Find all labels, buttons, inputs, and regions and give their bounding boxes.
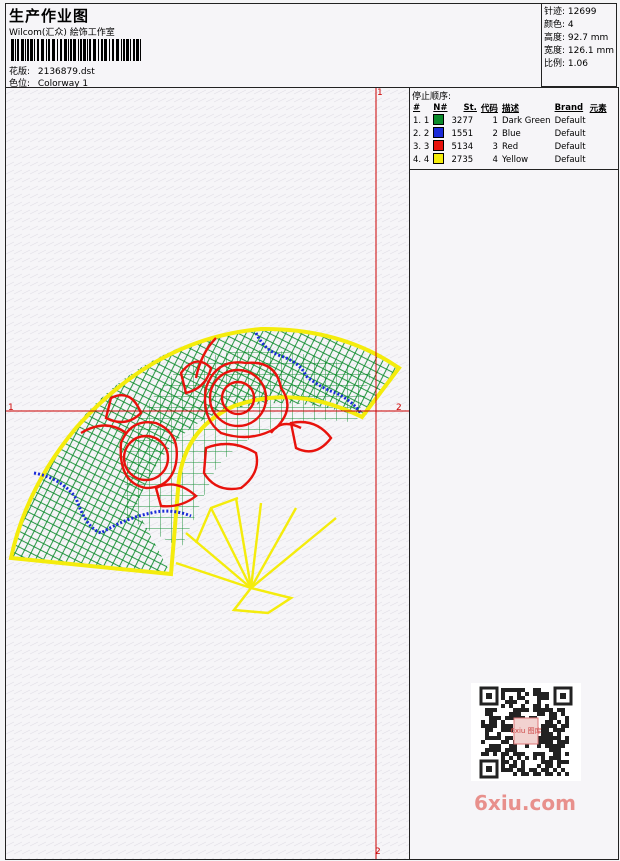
col-index: # xyxy=(413,103,421,113)
row-element xyxy=(588,140,609,153)
studio-subtitle: Wilcom(汇众) 絵饰工作室 xyxy=(9,28,115,38)
row-desc: Blue xyxy=(501,128,521,139)
row-brand: Default xyxy=(554,115,586,126)
row-stitches: 2735 xyxy=(451,154,474,165)
stop-sequence-heading: 停止顺序: xyxy=(412,92,452,102)
row-code: 4 xyxy=(492,154,498,165)
table-row: 2. 2 1551 2 Blue Default xyxy=(411,127,609,140)
row-swatch xyxy=(431,127,449,140)
design-height: 高度: 92.7 mm xyxy=(544,33,609,43)
axis-right-label: 2 xyxy=(396,403,402,413)
row-desc: Yellow xyxy=(501,154,529,165)
col-brand: Brand xyxy=(554,103,584,113)
row-code: 2 xyxy=(492,128,498,139)
table-row: 3. 3 5134 3 Red Default xyxy=(411,140,609,153)
row-desc: Red xyxy=(501,141,519,152)
col-element: 元素 xyxy=(589,104,607,114)
design-width: 宽度: 126.1 mm xyxy=(544,46,615,56)
stop-sequence-table: # N# St. 代码 描述 Brand 元素 1. 1 3277 1 Dark Gr… xyxy=(411,102,609,166)
design-canvas[interactable]: 1 1 2 2 xyxy=(5,87,411,860)
color-count: 颜色: 4 xyxy=(544,20,574,30)
row-element xyxy=(588,114,609,127)
row-index: 2. 2 xyxy=(413,128,430,139)
row-code: 3 xyxy=(492,141,498,152)
row-element xyxy=(588,127,609,140)
table-row: 1. 1 3277 1 Dark Green Default xyxy=(411,114,609,127)
row-stitches: 3277 xyxy=(451,115,474,126)
row-index: 3. 3 xyxy=(413,141,430,152)
row-stitches: 1551 xyxy=(451,128,474,139)
color-swatch xyxy=(433,153,445,164)
row-swatch xyxy=(431,114,449,127)
row-brand: Default xyxy=(554,154,586,165)
table-row: 4. 4 2735 4 Yellow Default xyxy=(411,153,609,166)
col-stitches: St. xyxy=(463,103,477,113)
stats-panel: 针迹: 12699 颜色: 4 高度: 92.7 mm 宽度: 126.1 mm… xyxy=(541,3,617,87)
page-title: 生产作业图 xyxy=(9,7,90,25)
embroidery-preview xyxy=(6,88,410,859)
color-swatch xyxy=(433,114,445,125)
row-index: 4. 4 xyxy=(413,154,430,165)
stop-sequence-panel: 停止顺序: # N# St. 代码 描述 Brand 元素 1. 1 3277 1 D… xyxy=(409,87,619,171)
row-code: 1 xyxy=(492,115,498,126)
barcode-icon xyxy=(11,39,141,61)
qr-code-icon: 6xiu 图库 xyxy=(471,683,581,781)
row-index: 1. 1 xyxy=(413,115,430,126)
row-brand: Default xyxy=(554,128,586,139)
qr-badge-text: 6xiu 图库 xyxy=(510,726,541,735)
row-stitches: 5134 xyxy=(451,141,474,152)
axis-top-label: 1 xyxy=(377,88,383,98)
row-swatch xyxy=(431,153,449,166)
axis-left-label: 1 xyxy=(8,403,14,413)
col-code: 代码 xyxy=(480,104,498,114)
stitch-count: 针迹: 12699 xyxy=(544,7,597,17)
watermark-text: 6xiu.com xyxy=(474,791,576,815)
col-needle: N# xyxy=(433,103,448,113)
color-swatch xyxy=(433,140,445,151)
axis-bottom-label: 2 xyxy=(375,847,381,857)
header-panel: 生产作业图 Wilcom(汇众) 絵饰工作室 花版: 2136879.dst 色… xyxy=(5,3,543,89)
design-scale: 比例: 1.06 xyxy=(544,59,588,69)
table-header-row: # N# St. 代码 描述 Brand 元素 xyxy=(411,102,609,114)
col-desc: 描述 xyxy=(501,104,519,114)
row-element xyxy=(588,153,609,166)
row-swatch xyxy=(431,140,449,153)
row-brand: Default xyxy=(554,141,586,152)
row-desc: Dark Green xyxy=(501,115,551,126)
color-swatch xyxy=(433,127,445,138)
